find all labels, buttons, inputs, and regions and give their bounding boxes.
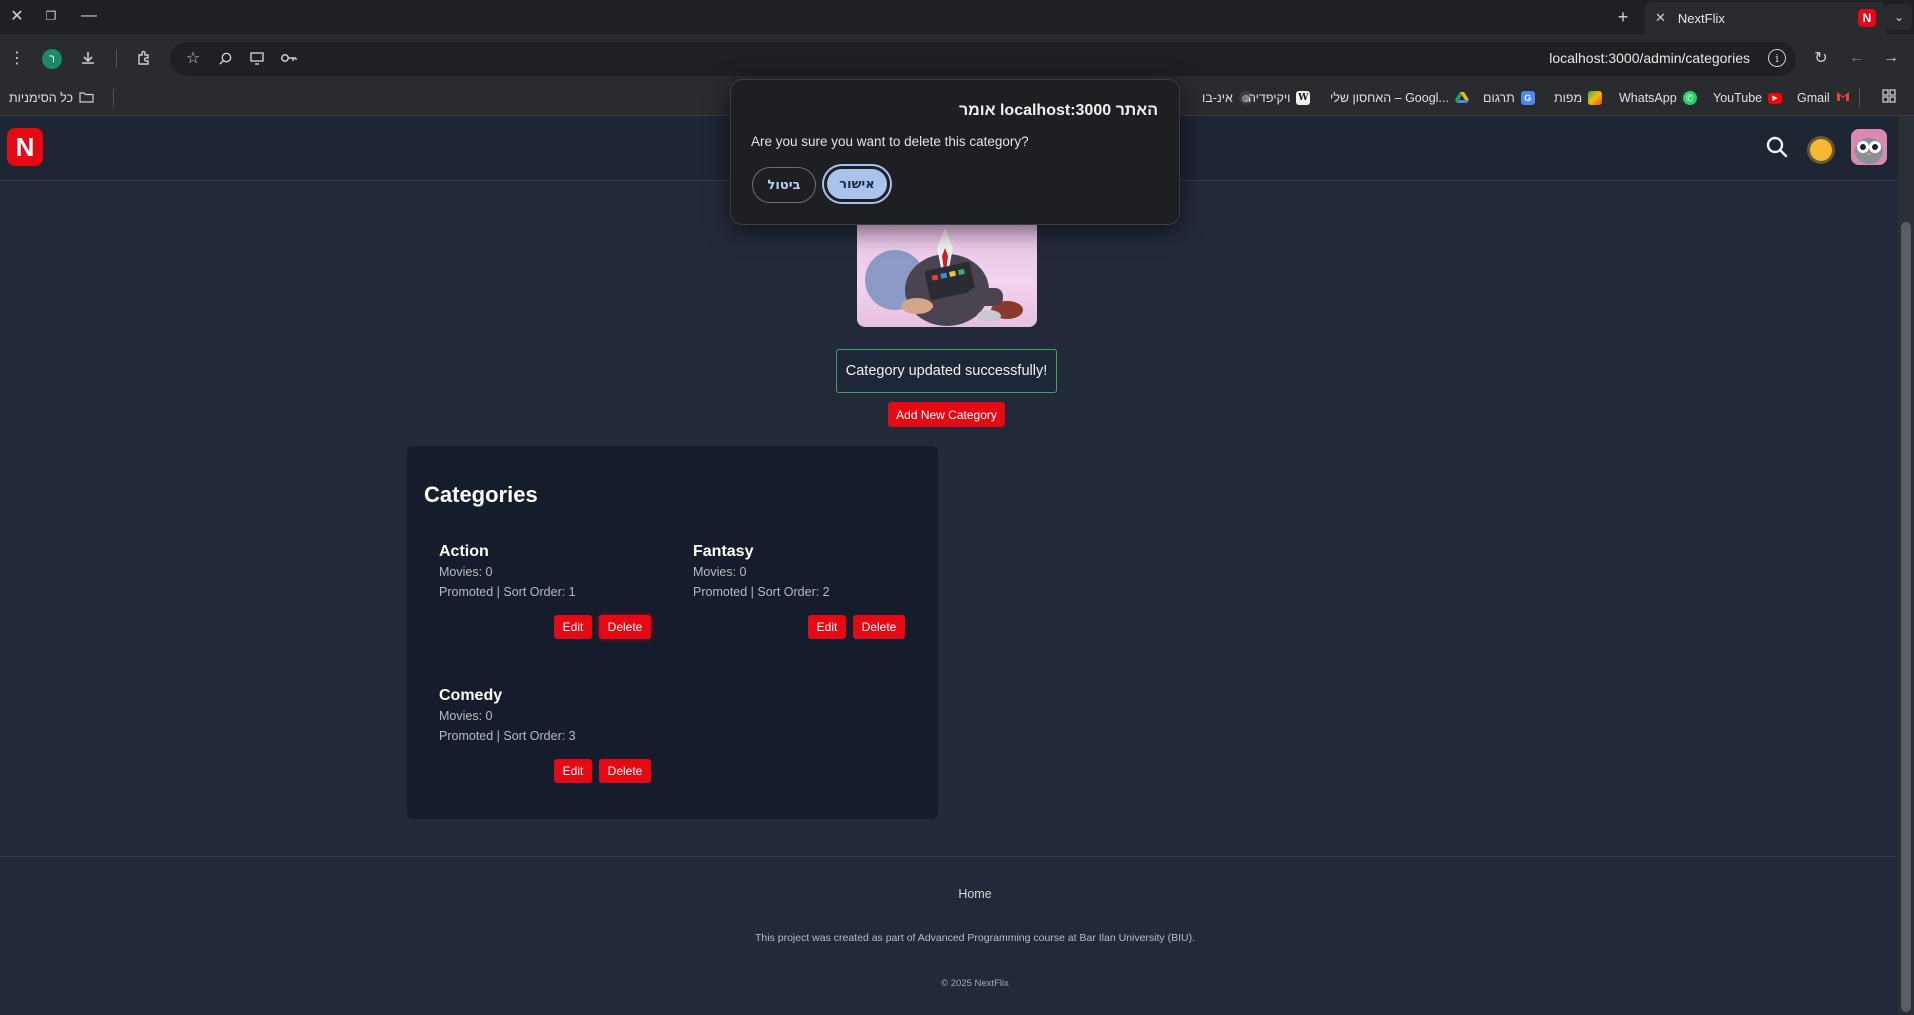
bookmark-label: YouTube — [1713, 91, 1763, 105]
wikipedia-icon: W — [1296, 91, 1311, 105]
whatsapp-icon: ✆ — [1682, 91, 1697, 105]
bookmark-whatsapp[interactable]: WhatsApp ✆ — [1619, 87, 1697, 109]
category-meta: Promoted | Sort Order: 3 — [439, 729, 576, 743]
nextflix-logo[interactable]: N — [7, 128, 43, 166]
profile-avatar[interactable]: ר — [42, 49, 62, 69]
bookmark-all-bookmarks[interactable]: כל הסימניות — [9, 87, 94, 109]
google-maps-icon — [1588, 91, 1603, 105]
bookmark-drive[interactable]: האחסון שלי – Googl... — [1330, 87, 1469, 109]
bookmark-partial[interactable]: אינ-בו ◍ — [1202, 87, 1253, 109]
category-name: Comedy — [439, 687, 503, 704]
category-movies-count: Movies: 0 — [439, 565, 493, 579]
apps-grid-icon[interactable] — [1875, 82, 1903, 110]
categories-title: Categories — [424, 482, 538, 507]
bookmark-label: כל הסימניות — [9, 91, 74, 105]
theme-toggle-sun-icon[interactable] — [1810, 139, 1832, 161]
tab-list-chevron-down-icon[interactable]: ⌄ — [1886, 4, 1912, 30]
dialog-message: Are you sure you want to delete this cat… — [751, 134, 1029, 149]
google-translate-icon: G — [1520, 91, 1535, 105]
bookmark-label: האחסון שלי – Googl... — [1330, 91, 1449, 105]
edit-button[interactable]: Edit — [808, 615, 846, 639]
dialog-ok-button[interactable]: אישור — [824, 166, 890, 202]
bookmarks-divider — [1859, 89, 1860, 107]
footer-copyright: © 2025 NextFlix — [941, 978, 1009, 989]
close-tab-icon[interactable]: ✕ — [1655, 10, 1666, 26]
category-name: Action — [439, 543, 489, 560]
edit-button[interactable]: Edit — [554, 759, 592, 783]
back-arrow-icon[interactable]: ← — [1843, 44, 1871, 72]
browser-tab[interactable]: ✕ NextFlix N — [1645, 2, 1886, 34]
edit-button[interactable]: Edit — [554, 615, 592, 639]
bookmark-label: WhatsApp — [1619, 91, 1677, 105]
extensions-icon[interactable] — [130, 44, 158, 72]
category-name: Fantasy — [693, 543, 754, 560]
download-icon[interactable] — [74, 44, 102, 72]
footer-home-link[interactable]: Home — [0, 887, 1914, 901]
bookmark-label: אינ-בו — [1202, 91, 1233, 105]
bookmark-label: תרגום — [1483, 91, 1515, 105]
new-tab-icon[interactable]: + — [1610, 4, 1636, 30]
search-icon[interactable] — [1764, 134, 1790, 160]
bookmark-wikipedia[interactable]: ויקיפדיה W — [1248, 87, 1311, 109]
bookmarks-divider — [113, 89, 114, 107]
youtube-icon: ▶ — [1768, 92, 1783, 104]
delete-button[interactable]: Delete — [853, 615, 905, 639]
site-info-icon[interactable]: i — [1768, 49, 1786, 67]
footer-note: This project was created as part of Adva… — [754, 932, 1195, 944]
password-key-icon[interactable] — [275, 44, 303, 72]
add-new-category-button[interactable]: Add New Category — [888, 402, 1005, 427]
bookmark-label: ויקיפדיה — [1248, 91, 1291, 105]
bookmark-label: מפות — [1554, 91, 1583, 105]
google-drive-icon — [1454, 91, 1469, 105]
folder-icon — [79, 91, 94, 106]
category-meta: Promoted | Sort Order: 1 — [439, 585, 576, 599]
delete-button[interactable]: Delete — [599, 615, 651, 639]
menu-kebab-icon[interactable]: ⋮ — [3, 44, 31, 72]
tab-title: NextFlix — [1677, 10, 1725, 26]
delete-button[interactable]: Delete — [599, 759, 651, 783]
nextflix-favicon-icon: N — [1858, 9, 1876, 27]
zoom-icon[interactable] — [211, 44, 239, 72]
bookmark-label: Gmail — [1797, 91, 1830, 105]
category-movies-count: Movies: 0 — [439, 709, 493, 723]
user-avatar[interactable] — [1851, 129, 1887, 165]
confirm-dialog: האתר localhost:3000 אומר Are you sure yo… — [730, 79, 1180, 225]
minimize-window-icon[interactable]: — — [72, 0, 106, 32]
bookmark-maps[interactable]: מפות — [1554, 87, 1603, 109]
reload-icon[interactable]: ↻ — [1807, 44, 1835, 72]
forward-arrow-icon[interactable]: → — [1877, 44, 1905, 72]
bookmark-gmail[interactable]: Gmail — [1797, 87, 1850, 109]
category-card: Action Movies: 0 Promoted | Sort Order: … — [439, 543, 669, 653]
close-window-icon[interactable]: ✕ — [0, 0, 34, 32]
restore-window-icon[interactable]: ❐ — [34, 0, 68, 32]
cast-screen-icon[interactable] — [243, 44, 271, 72]
category-meta: Promoted | Sort Order: 2 — [693, 585, 830, 599]
category-card: Fantasy Movies: 0 Promoted | Sort Order:… — [693, 543, 923, 653]
dialog-title: האתר localhost:3000 אומר — [958, 102, 1158, 119]
toolbar-divider — [116, 50, 117, 68]
category-card: Comedy Movies: 0 Promoted | Sort Order: … — [439, 687, 669, 797]
bookmark-star-icon[interactable]: ☆ — [179, 44, 207, 72]
gmail-icon — [1836, 91, 1850, 105]
category-movies-count: Movies: 0 — [693, 565, 747, 579]
bookmark-youtube[interactable]: YouTube ▶ — [1713, 87, 1783, 109]
dialog-cancel-button[interactable]: ביטול — [752, 167, 816, 203]
success-message: Category updated successfully! — [836, 349, 1057, 393]
bookmark-translate[interactable]: תרגום G — [1483, 87, 1535, 109]
category-hero-image — [857, 218, 1037, 327]
url-text[interactable]: localhost:3000/admin/categories — [1549, 50, 1750, 66]
